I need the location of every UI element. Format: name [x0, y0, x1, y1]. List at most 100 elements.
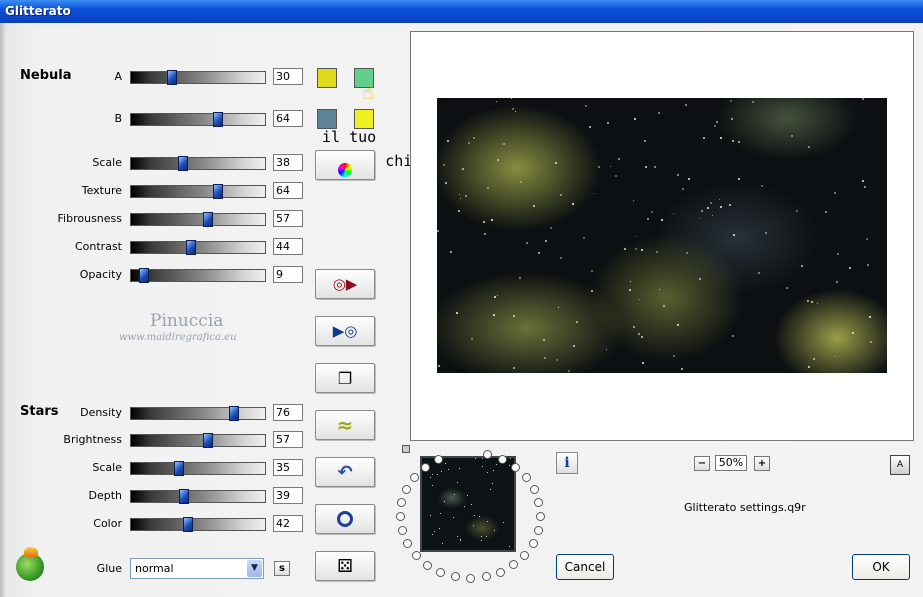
- zoom-out-button[interactable]: −: [694, 456, 710, 471]
- stars-density-slider[interactable]: [130, 406, 266, 421]
- zoom-in-button[interactable]: +: [754, 456, 770, 471]
- nebula-texture-slider[interactable]: [130, 184, 266, 199]
- chevron-down-icon[interactable]: ▼: [247, 560, 262, 577]
- star: [430, 515, 431, 516]
- slider-thumb[interactable]: [203, 433, 214, 448]
- watermark-site: www.maidiregrafica.eu: [119, 332, 237, 343]
- glue-select[interactable]: normal ▼: [130, 558, 264, 579]
- navigator-handle[interactable]: [402, 445, 410, 453]
- navigator-ring-dot[interactable]: [497, 454, 507, 464]
- stars-scale-value[interactable]: 35: [273, 459, 303, 476]
- undo-button[interactable]: ↶: [315, 457, 375, 487]
- slider-thumb[interactable]: [139, 268, 150, 283]
- star: [460, 540, 461, 541]
- ring-button[interactable]: [315, 504, 375, 534]
- stars-brightness-value[interactable]: 57: [273, 431, 303, 448]
- navigator-ring-dot[interactable]: [521, 472, 531, 482]
- star: [450, 251, 452, 253]
- info-icon[interactable]: i: [556, 452, 578, 474]
- nebula-a-value[interactable]: 30: [273, 68, 303, 85]
- slider-thumb[interactable]: [185, 240, 196, 255]
- slider-thumb[interactable]: [212, 184, 223, 199]
- navigator-ring-dot[interactable]: [411, 550, 421, 560]
- nebula-b-value[interactable]: 64: [273, 110, 303, 127]
- stars-brightness-label: Brightness: [63, 433, 122, 446]
- stars-scale-slider[interactable]: [130, 461, 266, 476]
- navigator-ring-dot[interactable]: [435, 567, 445, 577]
- nebula-b-color-2[interactable]: [354, 109, 374, 129]
- stars-color-slider[interactable]: [130, 517, 266, 532]
- load-preset-icon: ▶◎: [332, 322, 358, 340]
- nebula-contrast-slider[interactable]: [130, 240, 266, 255]
- star: [712, 215, 713, 216]
- star: [487, 472, 488, 473]
- nebula-fibrousness-value[interactable]: 57: [273, 210, 303, 227]
- s-toggle-button[interactable]: s: [274, 561, 290, 576]
- navigator-ring-dot[interactable]: [421, 462, 431, 472]
- star: [432, 485, 433, 486]
- navigator-ring-dot[interactable]: [481, 572, 491, 582]
- save-preset-button[interactable]: ◎▶: [315, 269, 375, 299]
- star: [791, 135, 793, 137]
- star: [558, 307, 559, 308]
- navigator-ring-dot[interactable]: [534, 525, 544, 535]
- copy-button[interactable]: ❐: [315, 363, 375, 393]
- star: [677, 324, 679, 326]
- ok-button[interactable]: OK: [852, 554, 910, 580]
- nebula-fibrousness-slider[interactable]: [130, 212, 266, 227]
- star: [519, 277, 521, 279]
- slider-thumb[interactable]: [173, 461, 184, 476]
- nebula-b-color-1[interactable]: [317, 109, 337, 129]
- slider-thumb[interactable]: [167, 70, 178, 85]
- navigator-ring-dot[interactable]: [396, 511, 405, 521]
- slider-thumb[interactable]: [179, 489, 190, 504]
- star: [520, 181, 522, 183]
- stars-color-value[interactable]: 42: [273, 515, 303, 532]
- slider-thumb[interactable]: [203, 212, 214, 227]
- star: [544, 357, 546, 359]
- slider-thumb[interactable]: [177, 156, 188, 171]
- star: [510, 458, 511, 459]
- navigator-ring-dot[interactable]: [433, 454, 443, 464]
- slider-thumb[interactable]: [183, 517, 194, 532]
- color-picker-button[interactable]: [315, 150, 375, 180]
- star: [526, 242, 528, 244]
- star: [483, 221, 485, 223]
- load-preset-button[interactable]: ▶◎: [315, 316, 375, 346]
- star: [834, 192, 836, 194]
- navigator-ring-dot[interactable]: [496, 567, 506, 577]
- slider-thumb[interactable]: [212, 112, 223, 127]
- nebula-scale-value[interactable]: 38: [273, 154, 303, 171]
- navigator-thumbnail[interactable]: [420, 456, 516, 552]
- nebula-opacity-value[interactable]: 9: [273, 266, 303, 283]
- navigator-ring-dot[interactable]: [510, 462, 520, 472]
- nebula-texture-value[interactable]: 64: [273, 182, 303, 199]
- cancel-button[interactable]: Cancel: [556, 554, 614, 580]
- stars-depth-slider[interactable]: [130, 489, 266, 504]
- nebula-contrast-value[interactable]: 44: [273, 238, 303, 255]
- save-preset-icon: ◎▶: [332, 275, 358, 293]
- wave-button[interactable]: ≈: [315, 410, 375, 440]
- navigator-ring-dot[interactable]: [422, 560, 432, 570]
- nebula-opacity-slider[interactable]: [130, 268, 266, 283]
- stars-depth-value[interactable]: 39: [273, 487, 303, 504]
- navigator-ring-dot[interactable]: [528, 538, 538, 548]
- nebula-a-slider[interactable]: [130, 70, 266, 85]
- nebula-scale-slider[interactable]: [130, 156, 266, 171]
- slider-thumb[interactable]: [228, 406, 239, 421]
- stars-brightness-slider[interactable]: [130, 433, 266, 448]
- stars-density-value[interactable]: 76: [273, 404, 303, 421]
- navigator-ring-dot[interactable]: [466, 573, 476, 583]
- star: [441, 471, 442, 472]
- star: [509, 465, 510, 466]
- random-button[interactable]: ⚄: [315, 551, 375, 581]
- navigator-ring-dot[interactable]: [535, 511, 545, 521]
- star: [661, 219, 663, 221]
- navigator-ring-dot[interactable]: [529, 484, 539, 494]
- star: [445, 182, 447, 184]
- navigator-ring-dot[interactable]: [397, 525, 407, 535]
- a-icon[interactable]: A: [890, 455, 910, 475]
- nebula-a-color-1[interactable]: [317, 68, 337, 88]
- star: [761, 185, 763, 187]
- nebula-b-slider[interactable]: [130, 112, 266, 127]
